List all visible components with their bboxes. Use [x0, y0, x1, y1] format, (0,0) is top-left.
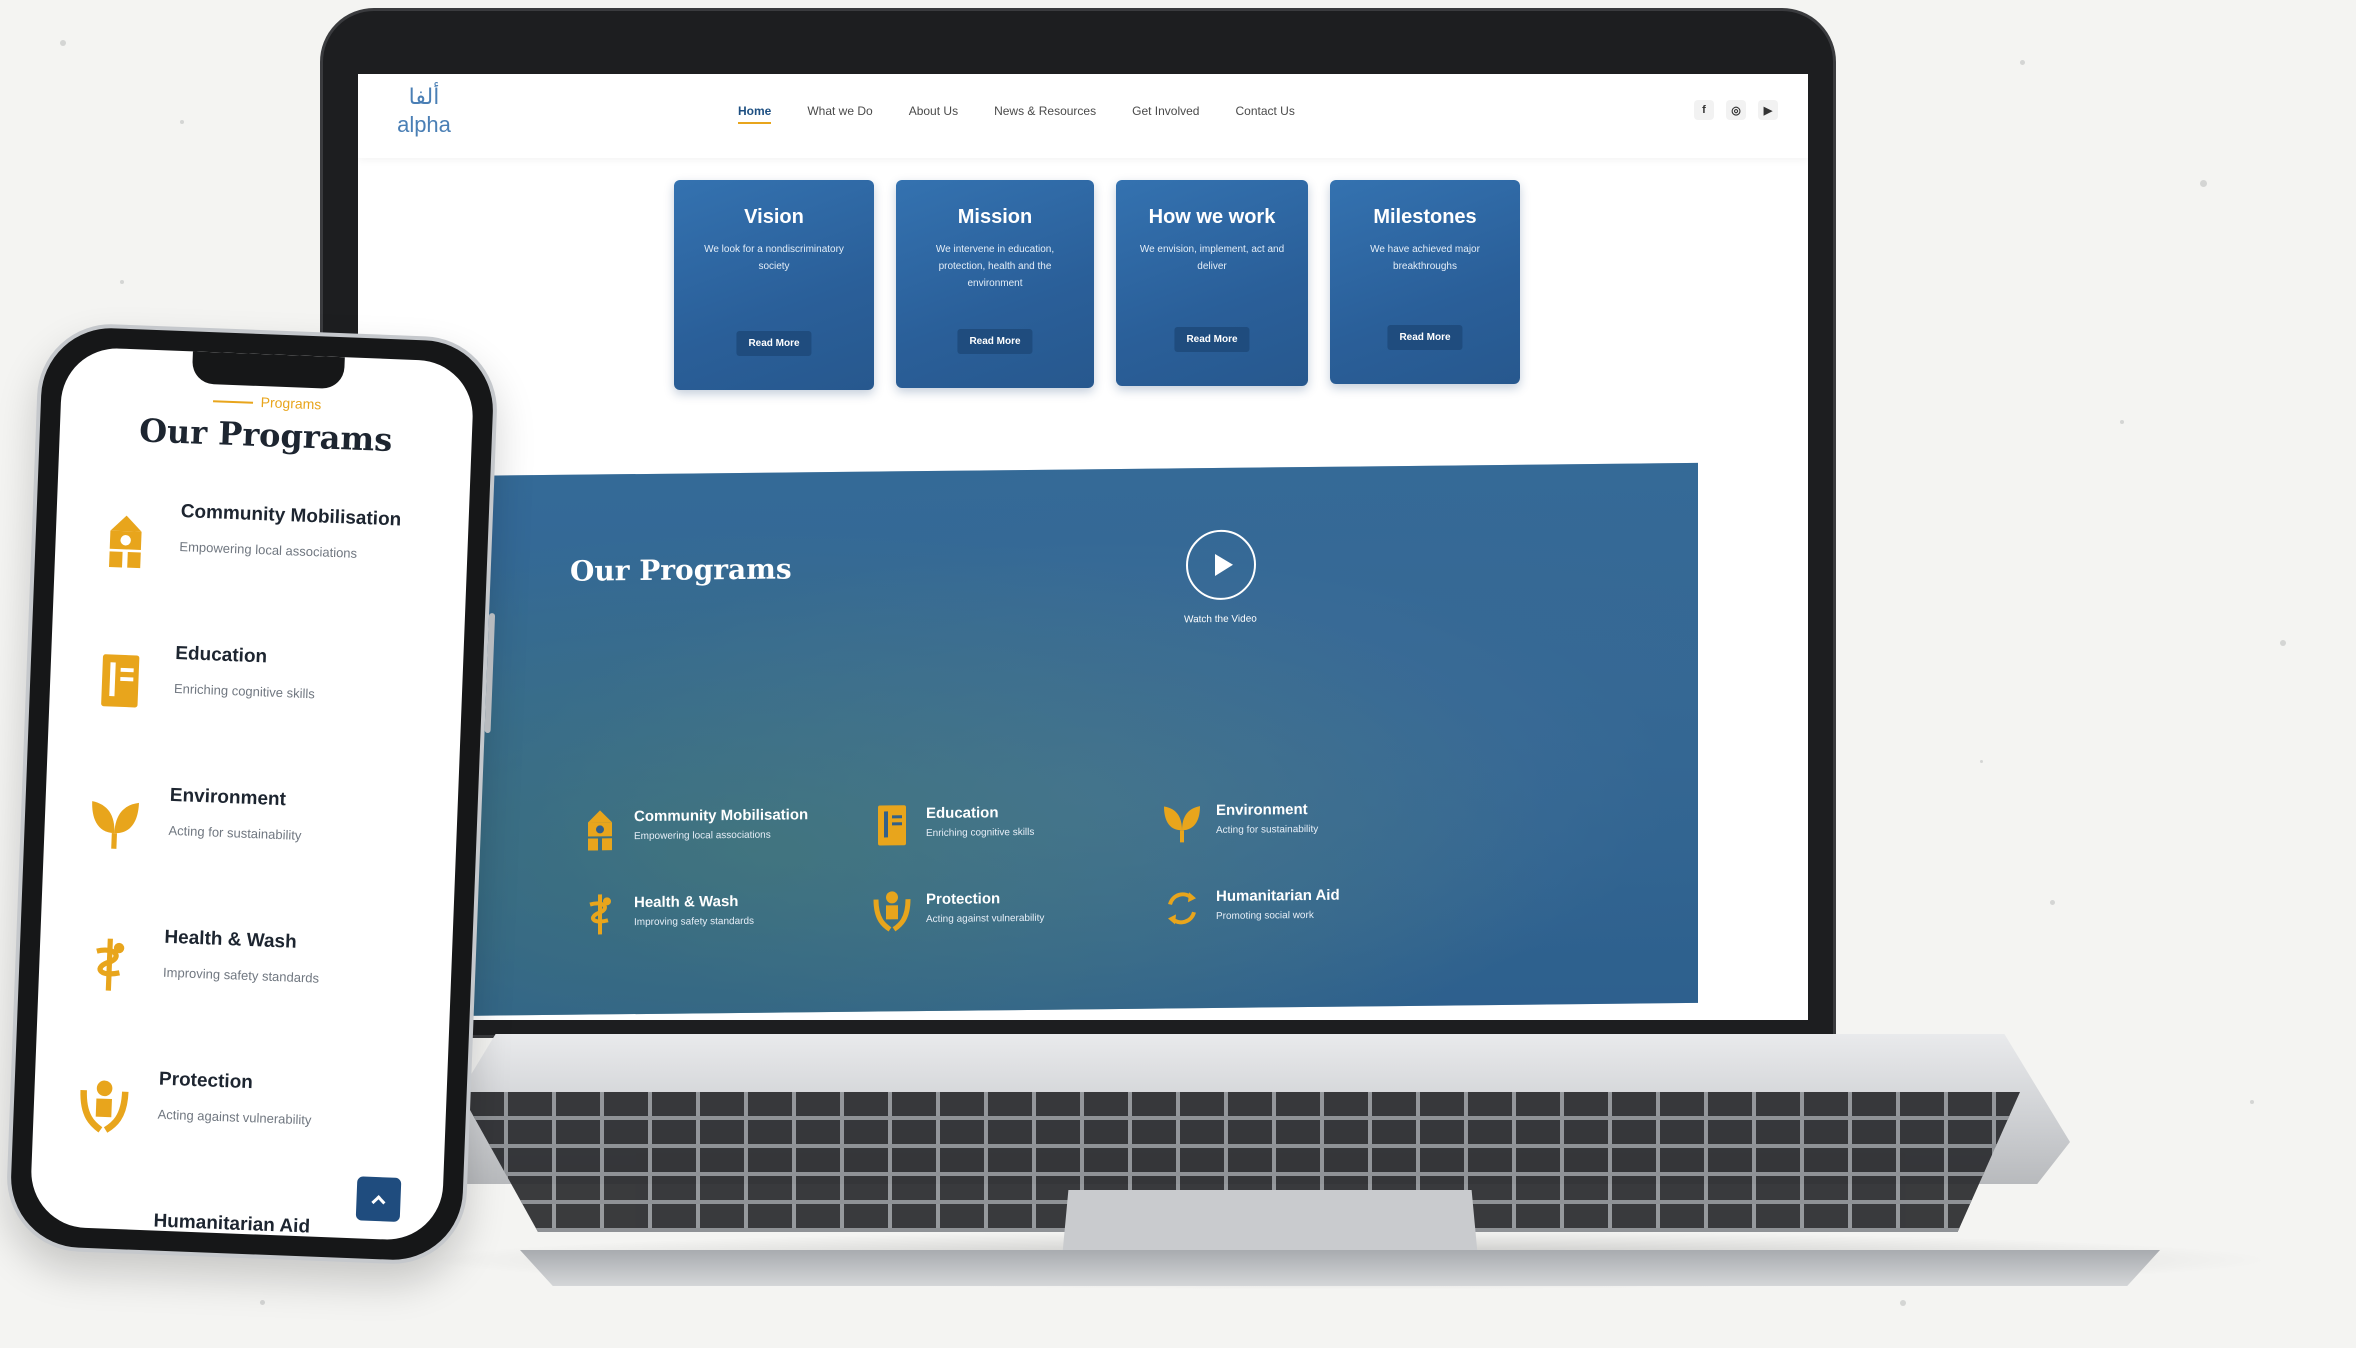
- card-desc: We have achieved major breakthroughs: [1370, 244, 1480, 272]
- card-mission: Mission We intervene in education, prote…: [896, 180, 1094, 388]
- card-title: Vision: [744, 206, 804, 228]
- instagram-icon[interactable]: ◎: [1726, 100, 1746, 120]
- phone-program-environment[interactable]: Environment Acting for sustainability: [85, 782, 391, 935]
- facebook-icon[interactable]: f: [1694, 100, 1714, 120]
- card-milestones: Milestones We have achieved major breakt…: [1330, 180, 1520, 384]
- phone-program-desc: Enriching cognitive skills: [173, 680, 316, 702]
- phone-program-name: Protection: [158, 1068, 254, 1094]
- phone-notch: [191, 351, 345, 390]
- program-protection[interactable]: Protection Acting against vulnerability: [872, 887, 1162, 934]
- phone-program-name: Humanitarian Aid: [153, 1210, 311, 1238]
- program-education[interactable]: Education Enriching cognitive skills: [872, 801, 1162, 848]
- programs-section: Our Programs Watch the Video Community M…: [358, 462, 1698, 1018]
- phone-program-community-mobilisation[interactable]: Community Mobilisation Empowering local …: [96, 498, 402, 651]
- community-icon: [109, 515, 142, 569]
- program-name: Humanitarian Aid: [1216, 886, 1340, 905]
- program-name: Community Mobilisation: [634, 806, 809, 826]
- logo-latin: alpha: [397, 112, 451, 137]
- laptop-screen: ألفا alpha Home What we Do About Us News…: [358, 74, 1808, 1020]
- program-name: Health & Wash: [634, 892, 739, 912]
- chevron-up-icon: [371, 1194, 386, 1209]
- program-desc: Improving safety standards: [634, 915, 755, 929]
- phone-program-desc: Acting for sustainability: [168, 822, 302, 843]
- phone-program-desc: Empowering local associations: [179, 539, 358, 561]
- recycle-icon: [71, 1217, 125, 1241]
- phone-program-desc: Acting against vulnerability: [157, 1106, 312, 1128]
- program-name: Protection: [926, 890, 1001, 909]
- protection-icon: [80, 1080, 129, 1133]
- nav-get-involved[interactable]: Get Involved: [1132, 104, 1199, 118]
- phone-program-name: Health & Wash: [164, 926, 298, 953]
- main-nav: Home What we Do About Us News & Resource…: [738, 104, 1295, 124]
- phone-programs-list: Community Mobilisation Empowering local …: [69, 498, 402, 1242]
- feature-cards: Vision We look for a nondiscriminatory s…: [674, 180, 1520, 390]
- social-links: f ◎ ▶: [1694, 100, 1778, 120]
- nav-contact-us[interactable]: Contact Us: [1235, 104, 1294, 118]
- phone-program-name: Community Mobilisation: [180, 501, 402, 531]
- card-title: Mission: [957, 206, 1033, 228]
- card-title: Milestones: [1373, 206, 1477, 228]
- phone-program-desc: Improving safety standards: [162, 964, 320, 986]
- watch-video-label: Watch the Video: [1184, 613, 1257, 626]
- card-vision: Vision We look for a nondiscriminatory s…: [674, 180, 874, 390]
- phone-program-name: Education: [174, 642, 268, 668]
- logo-arabic: ألفا: [408, 85, 440, 110]
- program-desc: Acting against vulnerability: [926, 912, 1045, 926]
- protection-icon: [873, 891, 911, 932]
- youtube-icon[interactable]: ▶: [1758, 100, 1778, 120]
- community-icon: [588, 810, 612, 851]
- nav-news-resources[interactable]: News & Resources: [994, 104, 1096, 118]
- program-desc: Acting for sustainability: [1216, 823, 1319, 836]
- program-name: Environment: [1216, 801, 1308, 819]
- card-desc: We look for a nondiscriminatory society: [704, 244, 844, 272]
- card-desc: We envision, implement, act and deliver: [1139, 244, 1285, 272]
- phone-program-education[interactable]: Education Enriching cognitive skills: [90, 640, 396, 793]
- programs-title: Our Programs: [570, 552, 792, 588]
- phone-program-name: Environment: [169, 784, 287, 811]
- read-more-button[interactable]: Read More: [736, 331, 812, 356]
- book-icon: [101, 654, 140, 708]
- program-environment[interactable]: Environment Acting for sustainability: [1162, 798, 1452, 845]
- phone-program-health-wash[interactable]: Health & Wash Improving safety standards: [79, 924, 385, 1077]
- health-icon: [589, 894, 611, 935]
- leaf-icon: [92, 801, 139, 849]
- leaf-icon: [1164, 806, 1200, 843]
- program-desc: Promoting social work: [1216, 909, 1314, 922]
- recycle-icon: [1168, 892, 1196, 925]
- nav-what-we-do[interactable]: What we Do: [807, 104, 872, 118]
- read-more-button[interactable]: Read More: [1387, 325, 1463, 350]
- laptop-base-front: [520, 1250, 2160, 1286]
- phone-program-protection[interactable]: Protection Acting against vulnerability: [74, 1066, 380, 1219]
- nav-home[interactable]: Home: [738, 104, 772, 124]
- program-community-mobilisation[interactable]: Community Mobilisation Empowering local …: [580, 804, 872, 851]
- phone-screen: Programs Our Programs Community Mobilisa…: [29, 346, 475, 1242]
- program-desc: Empowering local associations: [634, 829, 771, 843]
- site-header: ألفا alpha Home What we Do About Us News…: [358, 74, 1808, 158]
- program-desc: Enriching cognitive skills: [926, 826, 1035, 840]
- card-desc: We intervene in education, protection, h…: [935, 244, 1055, 289]
- play-video-button[interactable]: [1186, 529, 1256, 601]
- health-icon: [96, 938, 125, 991]
- card-how-we-work: How we work We envision, implement, act …: [1116, 180, 1308, 386]
- play-icon: [1214, 553, 1233, 576]
- nav-about-us[interactable]: About Us: [909, 104, 958, 118]
- programs-grid: Community Mobilisation Empowering local …: [580, 798, 1452, 937]
- site-logo[interactable]: ألفا alpha: [388, 84, 460, 148]
- read-more-button[interactable]: Read More: [957, 329, 1033, 354]
- card-title: How we work: [1148, 206, 1276, 228]
- book-icon: [878, 805, 906, 846]
- program-humanitarian-aid[interactable]: Humanitarian Aid Promoting social work: [1162, 884, 1452, 931]
- program-name: Education: [926, 804, 999, 823]
- scroll-to-top-button[interactable]: [355, 1176, 402, 1222]
- read-more-button[interactable]: Read More: [1174, 327, 1250, 352]
- program-health-wash[interactable]: Health & Wash Improving safety standards: [580, 890, 872, 937]
- phone-title: Our Programs: [138, 411, 394, 460]
- phone-frame: Programs Our Programs Community Mobilisa…: [4, 321, 500, 1267]
